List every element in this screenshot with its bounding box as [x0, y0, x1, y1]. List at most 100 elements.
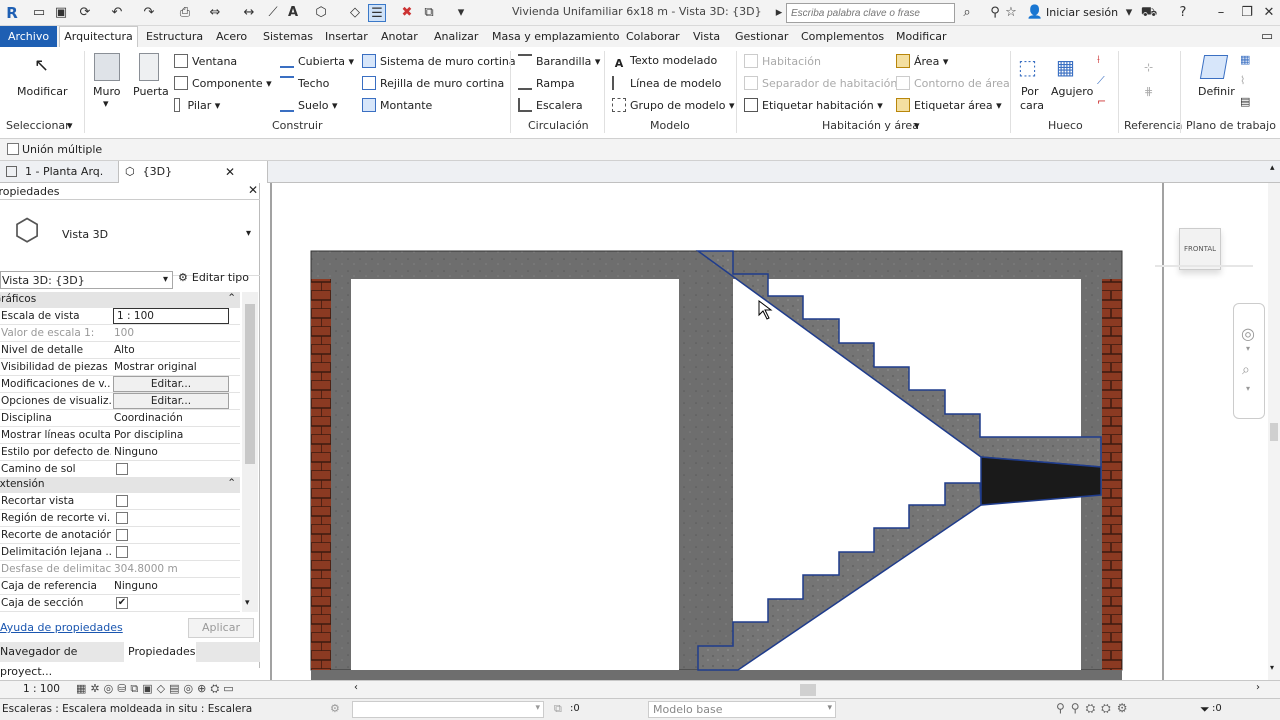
por-label[interactable]: Por: [1021, 85, 1039, 98]
close-hidden-icon[interactable]: ✖: [398, 4, 416, 22]
muro-cortina-button[interactable]: Sistema de muro cortina: [362, 54, 516, 68]
app-logo[interactable]: R: [3, 4, 21, 22]
zoom-icon[interactable]: ⌕: [1242, 362, 1250, 378]
property-checkbox[interactable]: [116, 546, 128, 558]
cara-label[interactable]: cara: [1020, 99, 1044, 112]
favorites-icon[interactable]: ☆: [1002, 4, 1020, 22]
vertical-opening-icon[interactable]: ⟋: [1097, 74, 1105, 88]
property-checkbox[interactable]: ✔: [116, 597, 128, 609]
shaft-icon[interactable]: ▦: [1056, 55, 1075, 79]
properties-close-icon[interactable]: ✕: [248, 183, 258, 197]
section-extension[interactable]: Extensión ⌃: [0, 477, 240, 493]
suelo-button[interactable]: Suelo ▾: [280, 98, 338, 112]
section-graficos[interactable]: Gráficos ⌃: [0, 292, 240, 308]
3d-view-icon[interactable]: ⬡: [312, 4, 330, 22]
muro-dropdown-icon[interactable]: ▾: [103, 97, 109, 110]
vertical-scrollbar[interactable]: ▾: [1268, 183, 1280, 680]
section-icon[interactable]: ◇: [346, 4, 364, 22]
minimize-icon[interactable]: –: [1212, 4, 1230, 22]
viewcube-compass[interactable]: [1155, 265, 1253, 267]
tab-archivo[interactable]: Archivo: [0, 26, 57, 47]
property-row[interactable]: Estilo por defecto de... Ninguno: [0, 444, 240, 461]
rejilla-button[interactable]: Rejilla de muro cortina: [362, 76, 504, 90]
tab-analizar[interactable]: Analizar: [434, 30, 478, 43]
scrollbar-thumb[interactable]: [245, 304, 255, 464]
property-row[interactable]: Recortar vista: [0, 493, 240, 510]
binoculars-icon[interactable]: ⌕: [958, 4, 976, 22]
tabs-scroll-up-icon[interactable]: ▴: [1270, 163, 1275, 173]
text-icon[interactable]: A: [284, 4, 302, 22]
tab-arquitectura[interactable]: Arquitectura: [59, 26, 138, 47]
property-row[interactable]: Modificaciones de v... Editar...: [0, 376, 240, 393]
linea-modelo-button[interactable]: Línea de modelo: [612, 76, 721, 90]
escalera-button[interactable]: Escalera: [518, 98, 583, 112]
property-row[interactable]: Valor de escala 1: 100: [0, 325, 240, 342]
property-checkbox[interactable]: [116, 495, 128, 507]
h-scroll-left-icon[interactable]: ‹: [354, 682, 358, 693]
vertical-scroll-thumb[interactable]: [1270, 423, 1278, 441]
property-row[interactable]: Visibilidad de piezas Mostrar original: [0, 359, 240, 376]
definir-button[interactable]: Definir: [1198, 85, 1235, 98]
cubierta-button[interactable]: Cubierta ▾: [280, 54, 354, 68]
habitacion-button[interactable]: Habitación: [744, 54, 821, 68]
view-controls-icons[interactable]: ▦✲◎⛁⧉▣◇▤◎⊕⛭▭: [76, 682, 238, 696]
type-selector[interactable]: ⬡ Vista 3D ▾: [0, 200, 260, 276]
property-checkbox[interactable]: [116, 463, 128, 475]
undo-icon[interactable]: ↶: [108, 4, 126, 22]
property-row[interactable]: Escala de vista 1 : 100: [0, 308, 240, 325]
filter-icon[interactable]: ⏷: [1200, 702, 1210, 717]
ventana-button[interactable]: Ventana: [174, 54, 237, 68]
property-row[interactable]: Región de recorte vi...: [0, 510, 240, 527]
tab-colaborar[interactable]: Colaborar: [626, 30, 680, 43]
group-seleccionar[interactable]: Seleccionar: [6, 119, 70, 132]
property-row[interactable]: Opciones de visualiz... Editar...: [0, 393, 240, 410]
redo-icon[interactable]: ↷: [140, 4, 158, 22]
tab-estructura[interactable]: Estructura: [146, 30, 203, 43]
property-value[interactable]: Coordinación: [114, 412, 183, 424]
tab-masa[interactable]: Masa y emplazamiento: [492, 30, 620, 43]
tab-sistemas[interactable]: Sistemas: [263, 30, 313, 43]
wall-opening-icon[interactable]: ⟊: [1097, 53, 1100, 67]
property-checkbox[interactable]: [116, 529, 128, 541]
edit-button[interactable]: Editar...: [113, 393, 229, 409]
etiquetar-area-button[interactable]: Etiquetar área ▾: [896, 98, 1002, 112]
tab-3d[interactable]: ⬡ {3D} ✕: [118, 161, 268, 183]
ref-plane-icon[interactable]: ⌇: [1240, 74, 1245, 87]
chevron-down-icon[interactable]: ▾: [67, 119, 73, 132]
pilar-button[interactable]: Pilar ▾: [174, 98, 220, 112]
property-value[interactable]: Ninguno: [114, 580, 158, 592]
grid-icon[interactable]: ⋕: [1144, 85, 1153, 98]
show-plane-icon[interactable]: ▦: [1240, 53, 1250, 66]
property-row[interactable]: Nivel de detalle Alto: [0, 342, 240, 359]
puerta-button[interactable]: Puerta: [133, 85, 169, 98]
separador-button[interactable]: Separador de habitación: [744, 76, 897, 90]
close-icon[interactable]: ✕: [1260, 4, 1278, 22]
editable-only-icon[interactable]: ⧉: [554, 702, 562, 716]
drawing-area[interactable]: FRONTAL ◎ ▾ ⌕ ▾: [261, 183, 1268, 680]
tab-gestionar[interactable]: Gestionar: [735, 30, 788, 43]
stair-section-drawing[interactable]: [261, 183, 1268, 680]
sync-icon[interactable]: ⟳: [76, 4, 94, 22]
chevron-down-icon[interactable]: ▾: [914, 119, 920, 132]
contorno-area-button[interactable]: Contorno de área: [896, 76, 1010, 90]
scroll-down-icon[interactable]: ▾: [1270, 663, 1274, 672]
viewer-icon[interactable]: ▤: [1240, 95, 1250, 108]
tab-complementos[interactable]: Complementos: [801, 30, 884, 43]
agujero-button[interactable]: Agujero: [1051, 85, 1093, 98]
horizontal-scroll-thumb[interactable]: [800, 684, 816, 696]
tab-modificar[interactable]: Modificar: [896, 30, 947, 43]
property-checkbox[interactable]: [116, 512, 128, 524]
help-icon[interactable]: ?: [1174, 4, 1192, 22]
property-value[interactable]: 1 : 100: [113, 308, 229, 324]
customize-qat-icon[interactable]: ▾: [452, 4, 470, 22]
edit-button[interactable]: Editar...: [113, 376, 229, 392]
level-icon[interactable]: ⊹: [1144, 61, 1153, 74]
group-habitacion[interactable]: Habitación y área: [822, 119, 919, 132]
view-scale[interactable]: 1 : 100: [23, 683, 60, 695]
techo-button[interactable]: Techo: [280, 76, 329, 90]
design-option-select[interactable]: Modelo base ▾: [648, 701, 836, 718]
instance-selector[interactable]: Vista 3D: {3D} ▾: [0, 271, 173, 289]
property-row[interactable]: Delimitación lejana ...: [0, 544, 240, 561]
signin-dropdown-icon[interactable]: ▾: [1120, 4, 1138, 22]
property-row[interactable]: Recorte de anotación: [0, 527, 240, 544]
